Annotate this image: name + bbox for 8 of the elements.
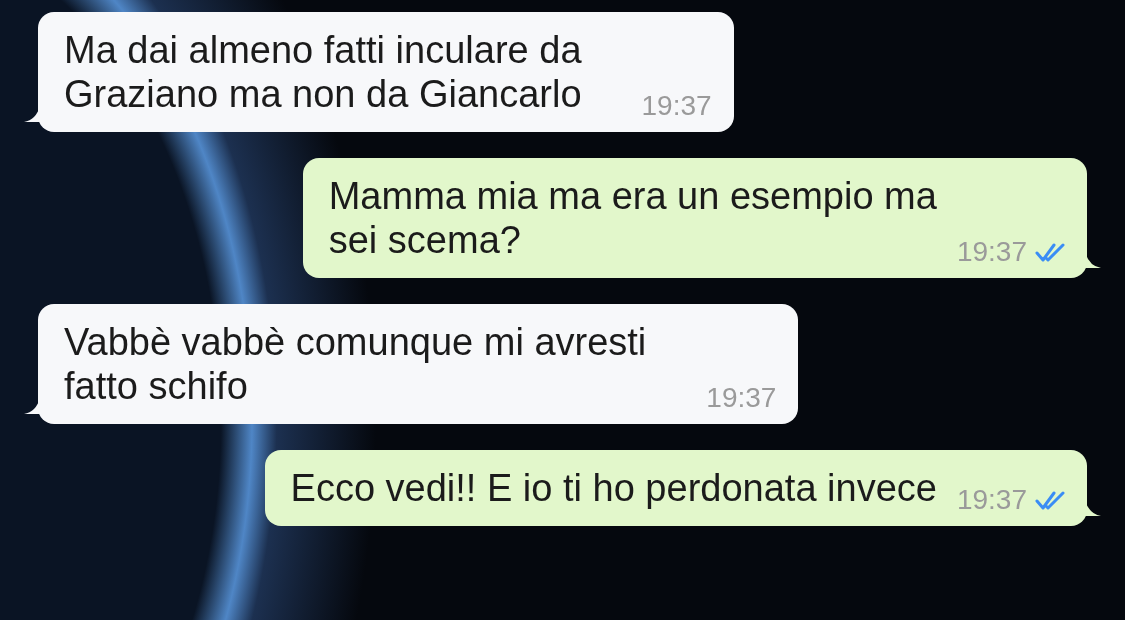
message-text: Ecco vedi!! E io ti ho perdonata invece [290, 466, 937, 511]
message-text: Ma dai almeno fatti inculare da Graziano ma non da Giancarlo [64, 28, 582, 117]
message-time: 19:37 [641, 90, 712, 122]
message-text: Mamma mia ma era un esempio ma sei scema? [328, 174, 937, 263]
message-text: Vabbè vabbè comunque mi avresti fatto schifo [64, 320, 647, 409]
message-time: 19:37 [956, 236, 1027, 268]
message-time: 19:37 [706, 382, 777, 414]
message-time: 19:37 [956, 484, 1027, 516]
